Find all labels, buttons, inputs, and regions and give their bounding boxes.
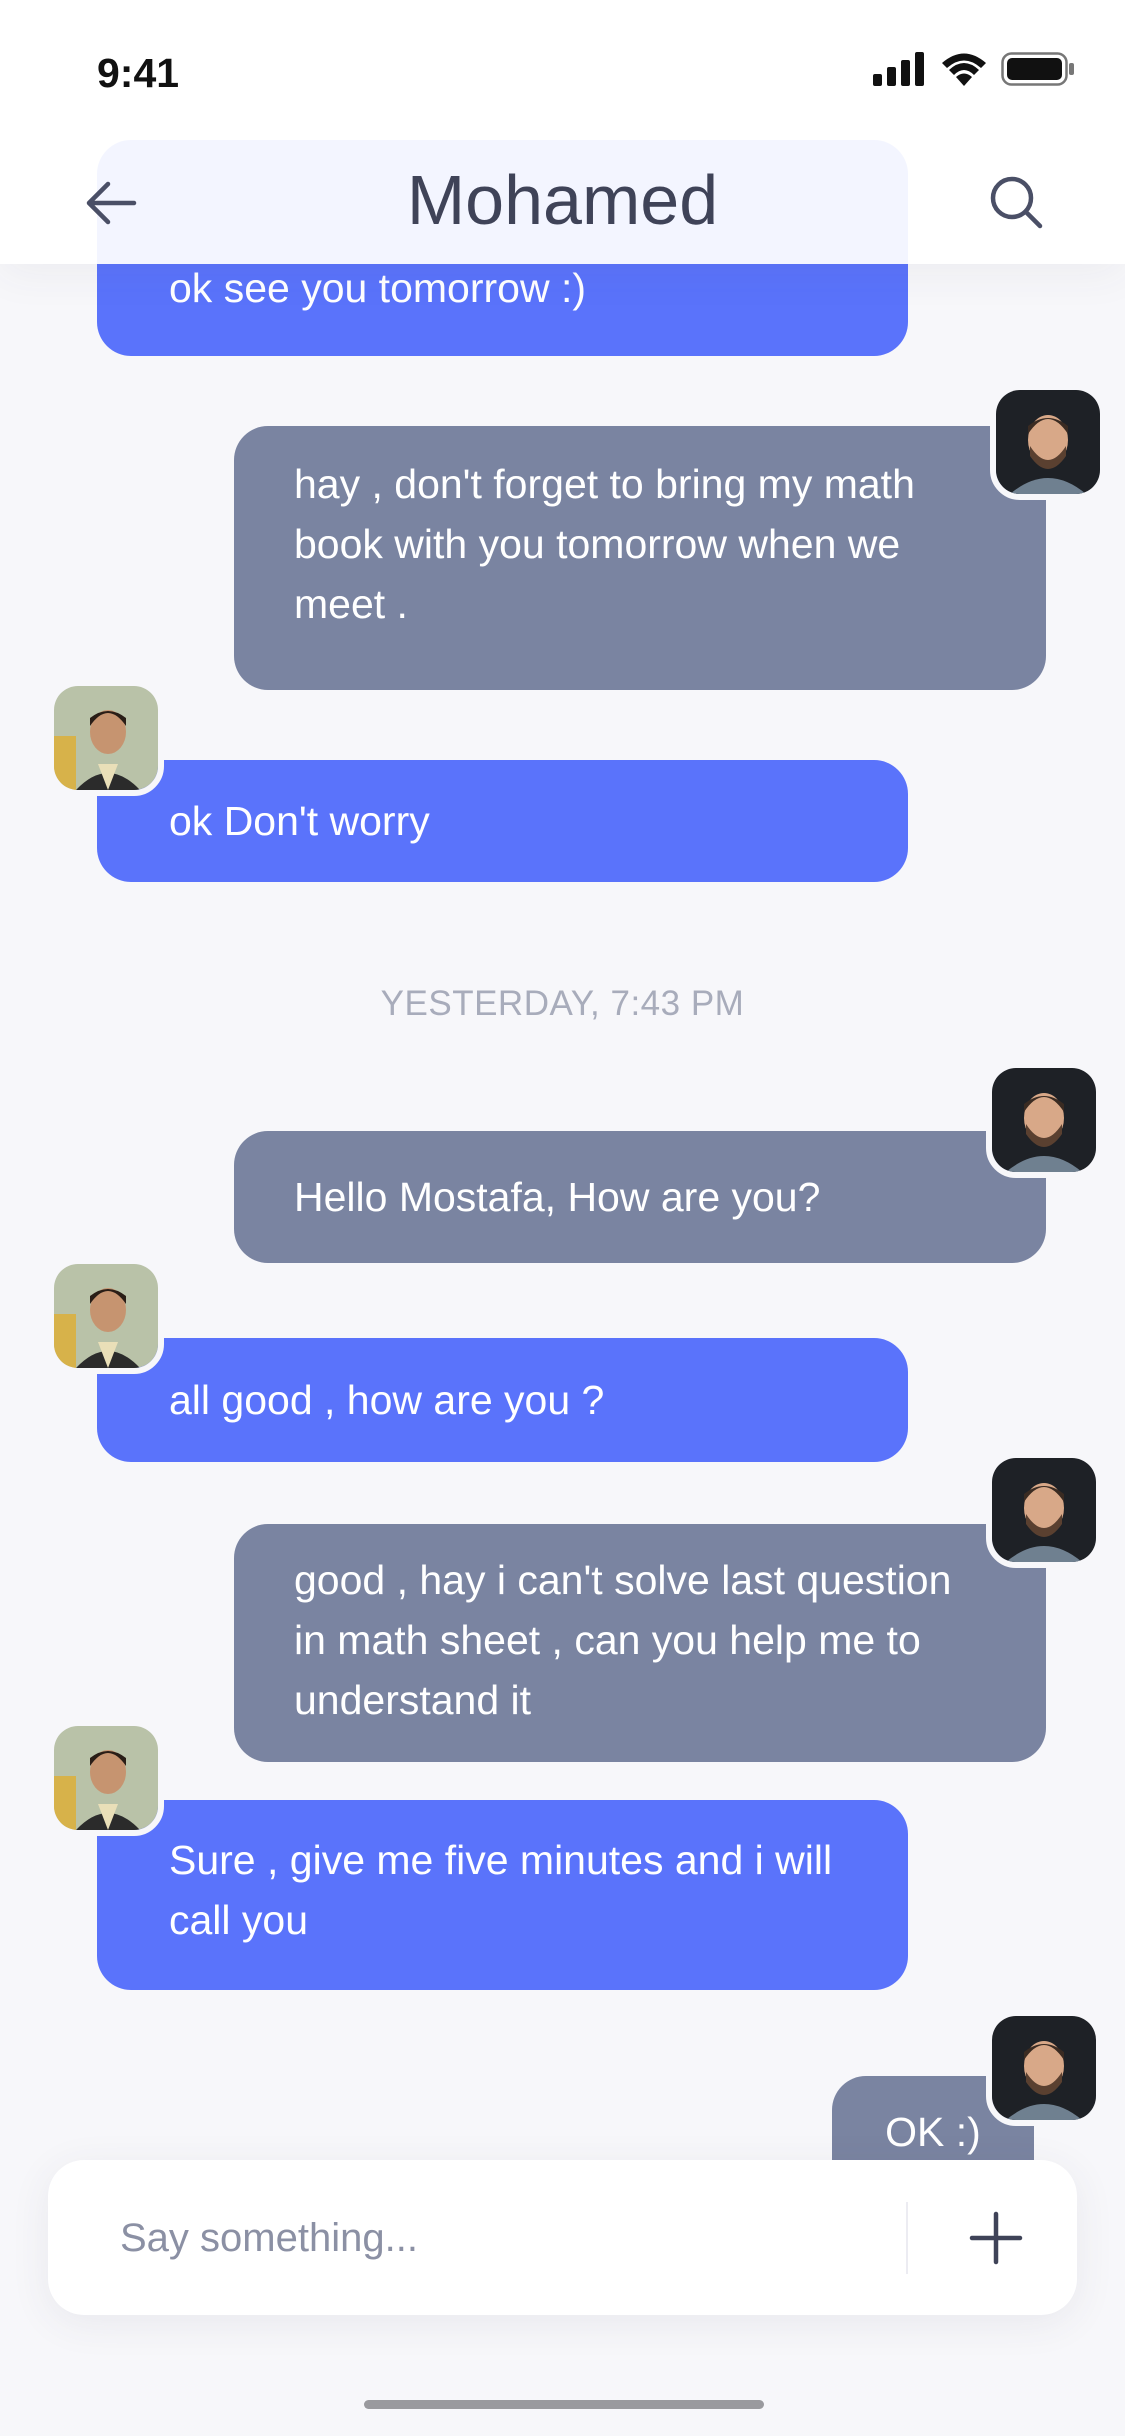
my-avatar[interactable] bbox=[986, 1062, 1102, 1178]
outgoing-message-bubble: hay , don't forget to bring my math book… bbox=[234, 426, 1046, 690]
date-separator: YESTERDAY, 7:43 PM bbox=[380, 984, 745, 1023]
home-indicator[interactable] bbox=[364, 2400, 764, 2409]
wifi-icon bbox=[942, 53, 986, 86]
incoming-message-bubble: all good , how are you ? bbox=[97, 1338, 908, 1462]
message-list[interactable]: ok see you tomorrow :) hay , don't forge… bbox=[0, 0, 1125, 2160]
message-input[interactable] bbox=[118, 2160, 922, 2317]
add-attachment-button[interactable] bbox=[960, 2202, 1032, 2274]
message-text: good , hay i can't solve last question i… bbox=[294, 1557, 952, 1723]
battery-icon bbox=[1001, 52, 1074, 86]
composer-divider bbox=[906, 2202, 908, 2274]
search-icon bbox=[990, 176, 1043, 229]
incoming-message-bubble: Sure , give me five minutes and i will c… bbox=[97, 1800, 908, 1990]
message-text: Sure , give me five minutes and i will c… bbox=[169, 1837, 833, 1943]
cellular-signal-icon bbox=[873, 52, 924, 86]
message-text: ok Don't worry bbox=[169, 798, 430, 844]
plus-icon bbox=[969, 2211, 1023, 2265]
incoming-message-bubble: ok Don't worry bbox=[97, 760, 908, 882]
contact-avatar[interactable] bbox=[48, 680, 164, 796]
contact-name: Mohamed bbox=[406, 161, 719, 239]
status-bar: 9:41 bbox=[0, 0, 1125, 140]
message-text: Hello Mostafa, How are you? bbox=[294, 1174, 821, 1220]
message-text: all good , how are you ? bbox=[169, 1377, 605, 1423]
contact-avatar[interactable] bbox=[48, 1258, 164, 1374]
search-button[interactable] bbox=[986, 172, 1046, 232]
message-text: ok see you tomorrow :) bbox=[169, 265, 586, 311]
message-text: hay , don't forget to bring my math book… bbox=[294, 461, 915, 627]
message-composer bbox=[48, 2160, 1077, 2317]
outgoing-message-bubble: good , hay i can't solve last question i… bbox=[234, 1524, 1046, 1762]
contact-avatar[interactable] bbox=[48, 1720, 164, 1836]
status-icons bbox=[873, 52, 1075, 86]
my-avatar[interactable] bbox=[986, 1452, 1102, 1568]
my-avatar[interactable] bbox=[986, 2010, 1102, 2126]
outgoing-message-bubble: Hello Mostafa, How are you? bbox=[234, 1131, 1046, 1263]
message-text: OK :) bbox=[885, 2109, 981, 2155]
my-avatar[interactable] bbox=[990, 384, 1106, 500]
status-time: 9:41 bbox=[97, 50, 180, 96]
